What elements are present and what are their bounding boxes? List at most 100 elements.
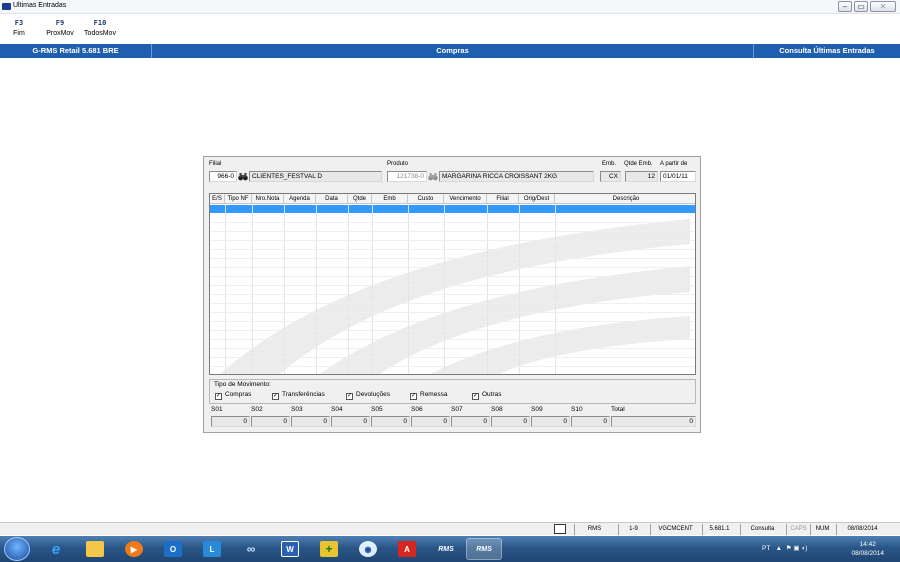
folder-icon	[86, 541, 104, 557]
windows-taskbar: e ▶ O L ∞ W + ◉ A RMS RMS PT ▲ ⚑ ▣ ◖) 14…	[0, 536, 900, 562]
col-descricao[interactable]: Descrição	[555, 194, 695, 204]
fkey-code: F3	[14, 19, 24, 27]
grid-row-divider	[210, 303, 695, 304]
taskbar-ie[interactable]: e	[38, 538, 74, 560]
checkmark-icon: ✓	[272, 393, 279, 400]
taskbar-lync[interactable]: L	[194, 538, 230, 560]
col-orig-dest[interactable]: Orig/Dest	[519, 194, 555, 204]
col-qtde[interactable]: Qtde	[348, 194, 372, 204]
s07-label: S07	[451, 406, 463, 413]
s02-label: S02	[251, 406, 263, 413]
filial-search-icon[interactable]	[238, 172, 248, 181]
grid-col-divider	[444, 204, 445, 374]
globe-icon: ◉	[359, 541, 377, 557]
grid-col-divider	[284, 204, 285, 374]
status-version: 5.681.1	[702, 524, 736, 535]
grid-row-divider	[210, 357, 695, 358]
function-key-toolbar: F3 Fim F9 ProxMov F10 TodosMov	[0, 15, 900, 43]
app-icon	[2, 3, 11, 10]
checkbox-label: Compras	[225, 391, 252, 398]
tray-arrow-icon[interactable]: ▲	[772, 545, 784, 552]
taskbar-word[interactable]: W	[272, 538, 308, 560]
remessa-checkbox[interactable]: ✓ Remessa	[410, 391, 447, 400]
volume-icon[interactable]: ◖)	[801, 545, 807, 552]
taskbar-acrobat[interactable]: A	[389, 538, 425, 560]
f10-todosmov-button[interactable]: F10 TodosMov	[80, 19, 120, 37]
close-button[interactable]: ✕	[870, 1, 896, 12]
grid-row-divider	[210, 222, 695, 223]
s10-value: 0	[571, 416, 610, 427]
grid-col-divider	[348, 204, 349, 374]
grid-row-divider	[210, 258, 695, 259]
col-custo[interactable]: Custo	[408, 194, 444, 204]
page-icon	[554, 524, 566, 534]
produto-search-icon[interactable]	[428, 172, 438, 181]
fkey-code: F9	[55, 19, 65, 27]
grid-row-divider	[210, 348, 695, 349]
minimize-button[interactable]: –	[838, 1, 852, 12]
s02-value: 0	[251, 416, 290, 427]
f3-fim-button[interactable]: F3 Fim	[8, 19, 30, 37]
qtde-emb-field: 12	[625, 171, 658, 182]
col-es[interactable]: E/S	[210, 194, 225, 204]
col-vencimento[interactable]: Vencimento	[444, 194, 487, 204]
grid-col-divider	[519, 204, 520, 374]
produto-label: Produto	[387, 161, 409, 167]
s03-value: 0	[291, 416, 330, 427]
ie-icon: e	[51, 540, 61, 558]
network-icon[interactable]: ▣	[793, 545, 799, 552]
status-user: VGCMCENT	[650, 524, 700, 535]
media-player-icon: ▶	[125, 541, 143, 557]
col-filial[interactable]: Filial	[487, 194, 519, 204]
taskbar-app-db[interactable]: +	[311, 538, 347, 560]
language-indicator[interactable]: PT	[762, 545, 770, 552]
start-button[interactable]	[4, 537, 30, 561]
compras-checkbox[interactable]: ✓ Compras	[215, 391, 251, 400]
col-emb[interactable]: Emb	[372, 194, 408, 204]
maximize-button[interactable]: ▭	[854, 1, 868, 12]
s05-value: 0	[371, 416, 410, 427]
fkey-code: F10	[93, 19, 107, 27]
grid-row-divider	[210, 276, 695, 277]
a-partir-field[interactable]: 01/01/11	[660, 171, 696, 182]
flag-icon[interactable]: ⚑	[786, 545, 792, 552]
col-nro-nota[interactable]: Nro.Nota	[252, 194, 284, 204]
rms-icon: RMS	[476, 545, 492, 553]
filial-name-field: CLIENTES_FESTVAL D	[249, 171, 382, 182]
col-agenda[interactable]: Agenda	[284, 194, 316, 204]
grid-row-divider	[210, 285, 695, 286]
taskbar-app-infinity[interactable]: ∞	[233, 538, 269, 560]
status-system: RMS	[574, 524, 614, 535]
total-label: Total	[611, 406, 625, 413]
col-data[interactable]: Data	[316, 194, 348, 204]
grid-row-divider	[210, 249, 695, 250]
grid-col-divider	[555, 204, 556, 374]
infinity-icon: ∞	[246, 542, 256, 556]
taskbar-media-player[interactable]: ▶	[116, 538, 152, 560]
f9-proxmov-button[interactable]: F9 ProxMov	[43, 19, 77, 37]
taskbar-explorer[interactable]	[77, 538, 113, 560]
devolucoes-checkbox[interactable]: ✓ Devoluções	[346, 391, 390, 400]
status-bar: RMS 1-9 VGCMCENT 5.681.1 Consulta CAPS N…	[0, 522, 900, 535]
taskbar-rms-1[interactable]: RMS	[428, 538, 464, 560]
database-icon: +	[320, 541, 338, 557]
transferencias-checkbox[interactable]: ✓ Transferências	[272, 391, 325, 400]
filial-code-field[interactable]: 966-0	[209, 171, 237, 182]
fkey-label: TodosMov	[84, 30, 116, 37]
outras-checkbox[interactable]: ✓ Outras	[472, 391, 502, 400]
selected-row[interactable]	[210, 205, 695, 213]
taskbar-outlook[interactable]: O	[155, 538, 191, 560]
acrobat-icon: A	[398, 541, 416, 557]
s06-value: 0	[411, 416, 450, 427]
s03-label: S03	[291, 406, 303, 413]
taskbar-app-globe[interactable]: ◉	[350, 538, 386, 560]
filial-label: Filial	[209, 161, 222, 167]
entradas-grid[interactable]: E/S Tipo NF Nro.Nota Agenda Data Qtde Em…	[209, 193, 696, 375]
produto-code-field[interactable]: 121738-0	[387, 171, 427, 182]
taskbar-rms-2[interactable]: RMS	[466, 538, 502, 560]
fkey-label: ProxMov	[46, 30, 74, 37]
status-range: 1-9	[618, 524, 648, 535]
total-value: 0	[611, 416, 696, 427]
clock[interactable]: 14:42 08/08/2014	[851, 540, 884, 558]
col-tipo-nf[interactable]: Tipo NF	[225, 194, 252, 204]
